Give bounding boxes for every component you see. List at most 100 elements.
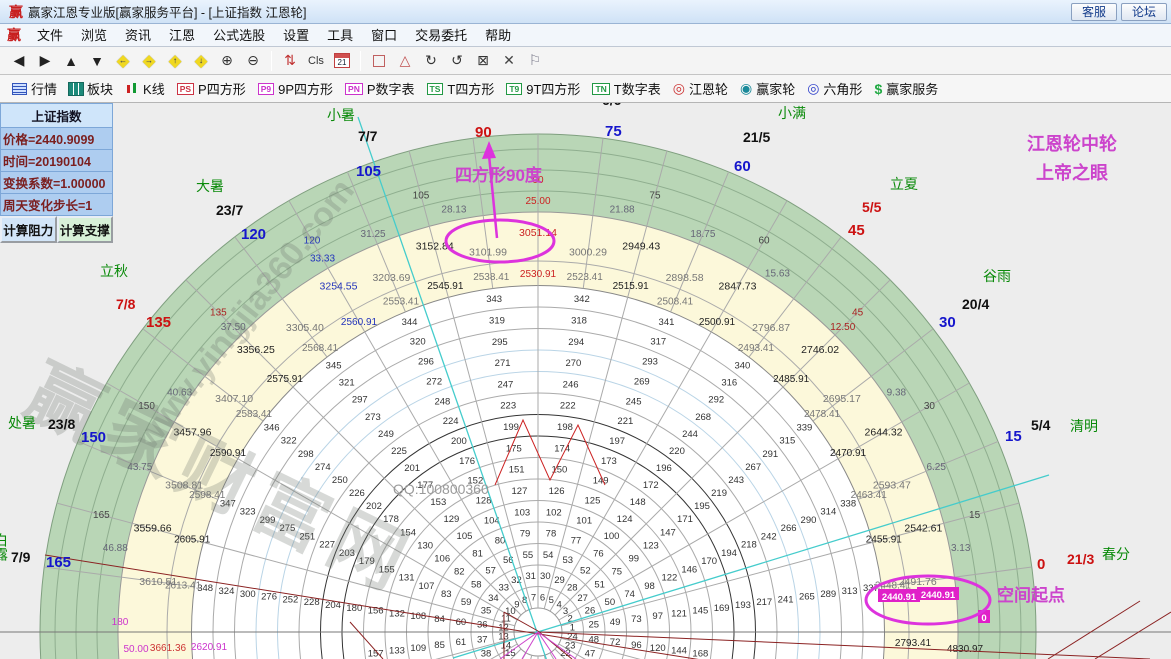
percent-value: 18.75 <box>690 229 715 240</box>
titlebar-button-forum[interactable]: 论坛 <box>1121 3 1167 21</box>
spiral-number: 103 <box>514 507 530 518</box>
back-icon[interactable]: ◀ <box>7 50 31 72</box>
ribbon-item-9t-square[interactable]: T99T四方形 <box>506 79 580 98</box>
spiral-number: 196 <box>656 463 672 474</box>
panel-button-calc-resistance[interactable]: 计算阻力 <box>0 216 57 243</box>
gann-wheel-chart[interactable]: 1234567891011121314152223242526272829303… <box>0 103 1171 659</box>
panel-field-weekly-step[interactable]: 周天变化步长=1 <box>0 194 113 216</box>
spiral-number: 59 <box>461 597 472 608</box>
menu-item-window[interactable]: 窗口 <box>362 26 406 45</box>
zoom-out-icon[interactable]: ⊖ <box>241 50 265 72</box>
diamond-up-icon[interactable]: ◆ <box>163 50 187 72</box>
spiral-number: 322 <box>281 436 297 447</box>
ribbon-item-p-square[interactable]: PSP四方形 <box>177 79 246 98</box>
degree-value: 90 <box>532 175 544 186</box>
spiral-number: 273 <box>365 412 381 423</box>
spiral-number: 267 <box>745 462 761 473</box>
menu-item-file[interactable]: 文件 <box>28 26 72 45</box>
ribbon-label-9t-square: 9T四方形 <box>526 79 580 98</box>
zoom-in-icon[interactable]: ⊕ <box>215 50 239 72</box>
outer-price-value: 2593.47 <box>873 479 911 491</box>
cls-icon[interactable]: Cls <box>304 50 328 72</box>
spiral-number: 170 <box>701 556 717 567</box>
t-updown-icon[interactable]: ⇅ <box>278 50 302 72</box>
ribbon-label-9p-square: 9P四方形 <box>278 79 333 98</box>
panel-field-price[interactable]: 价格=2440.9099 <box>0 128 113 150</box>
spiral-number: 250 <box>332 475 348 486</box>
box-x-icon[interactable]: ⊠ <box>471 50 495 72</box>
menu-item-trading[interactable]: 交易委托 <box>406 26 476 45</box>
diamond-right-icon[interactable]: ◆ <box>137 50 161 72</box>
title-bar: 赢 赢家江恩专业版[赢家服务平台] - [上证指数 江恩轮] 客服论坛 <box>0 0 1171 24</box>
ribbon-item-p-number-table[interactable]: PNP数字表 <box>345 79 414 98</box>
ribbon-label-sectors: 板块 <box>87 79 113 98</box>
outer-price-value: 3000.29 <box>569 246 607 258</box>
up-icon[interactable]: ▲ <box>59 50 83 72</box>
spiral-number: 193 <box>735 600 751 611</box>
panel-button-calc-support[interactable]: 计算支撑 <box>57 216 114 243</box>
spiral-number: 54 <box>543 550 554 561</box>
ribbon-item-quotes[interactable]: 行情 <box>12 79 57 98</box>
diamond-left-icon[interactable]: ◆ <box>111 50 135 72</box>
outer-price-value: 2898.58 <box>666 272 704 284</box>
titlebar-button-customer-service[interactable]: 客服 <box>1071 3 1117 21</box>
spiral-number: 323 <box>240 507 256 518</box>
forward-icon[interactable]: ▶ <box>33 50 57 72</box>
spiral-number: 224 <box>443 416 459 427</box>
spiral-number: 51 <box>594 580 605 591</box>
ribbon-item-kline[interactable]: K线 <box>125 79 165 98</box>
square-tool-icon[interactable] <box>367 50 391 72</box>
ribbon-item-t-square[interactable]: TST四方形 <box>427 79 495 98</box>
gann-angle-line <box>1095 612 1171 659</box>
spiral-number: 241 <box>778 594 794 605</box>
rotate-cw-icon[interactable]: ↻ <box>419 50 443 72</box>
panel-field-conversion-factor[interactable]: 变换系数=1.00000 <box>0 172 113 194</box>
spiral-number: 270 <box>565 358 581 369</box>
menu-item-settings[interactable]: 设置 <box>274 26 318 45</box>
menu-item-tools[interactable]: 工具 <box>318 26 362 45</box>
spiral-number: 154 <box>400 527 416 538</box>
outer-price-value: 2796.87 <box>752 322 790 334</box>
spiral-number: 171 <box>677 514 693 525</box>
outer-price-value: 3203.69 <box>372 272 410 284</box>
spiral-number: 84 <box>434 614 445 625</box>
spiral-number: 7 <box>531 593 536 604</box>
menu-item-browse[interactable]: 浏览 <box>72 26 116 45</box>
diamond-down-icon[interactable]: ◆ <box>189 50 213 72</box>
outer-price-value: 2746.02 <box>801 344 839 356</box>
spiral-number: 300 <box>240 589 256 600</box>
ribbon-item-gann-wheel[interactable]: ◎江恩轮 <box>673 79 728 98</box>
menu-item-help[interactable]: 帮助 <box>476 26 520 45</box>
ribbon-item-hexagon[interactable]: ◎六角形 <box>807 79 862 98</box>
spiral-number: 53 <box>562 555 573 566</box>
calendar-icon[interactable]: 21 <box>330 50 354 72</box>
toolbar-views: 行情 板块 K线 PSP四方形 P99P四方形 PNP数字表 TST四方形 T99T四方形 TN… <box>0 75 1171 103</box>
triangle-tool-icon[interactable]: △ <box>393 50 417 72</box>
spiral-number: 79 <box>520 529 531 540</box>
menu-item-gann[interactable]: 江恩 <box>160 26 204 45</box>
spiral-number: 100 <box>604 531 620 542</box>
spiral-number: 293 <box>642 357 658 368</box>
sectors-icon <box>69 83 83 95</box>
ribbon-item-t-number-table[interactable]: TNT数字表 <box>592 79 660 98</box>
spiral-number: 249 <box>378 429 394 440</box>
panel-field-time[interactable]: 时间=20190104 <box>0 150 113 172</box>
ribbon-item-winner-wheel[interactable]: ◉赢家轮 <box>740 79 795 98</box>
spiral-number: 147 <box>660 527 676 538</box>
ribbon-item-winner-service[interactable]: $赢家服务 <box>874 79 938 98</box>
fit-icon[interactable]: ✕ <box>497 50 521 72</box>
ribbon-item-9p-square[interactable]: P99P四方形 <box>258 79 333 98</box>
inner-price-value: 2455.91 <box>866 534 903 545</box>
rotate-ccw-icon[interactable]: ↺ <box>445 50 469 72</box>
spiral-number: 129 <box>443 514 459 525</box>
outer-price-value: 3356.25 <box>237 344 275 356</box>
menu-item-formula-stock-pick[interactable]: 公式选股 <box>204 26 274 45</box>
menu-item-news[interactable]: 资讯 <box>116 26 160 45</box>
spiral-number: 107 <box>419 581 435 592</box>
spiral-number: 150 <box>551 465 567 476</box>
down-icon[interactable]: ▼ <box>85 50 109 72</box>
menu-logo-icon: 赢 <box>7 25 21 45</box>
ribbon-item-sectors[interactable]: 板块 <box>69 79 113 98</box>
flag-icon[interactable]: ⚐ <box>523 50 547 72</box>
spiral-number: 130 <box>417 540 433 551</box>
